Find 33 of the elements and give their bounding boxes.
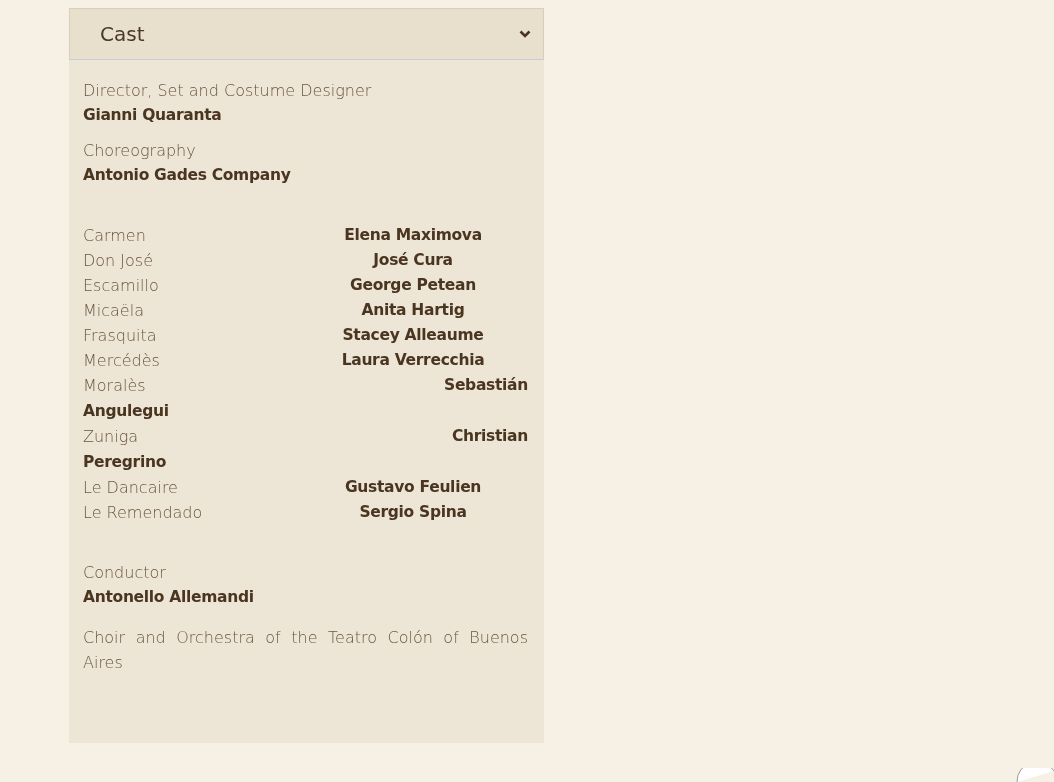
round-button[interactable] xyxy=(1016,768,1054,782)
ensemble-note: Choir and Orchestra of the Teatro Colón of Buenos Aires xyxy=(83,627,528,674)
cast-actor: Elena Maximova xyxy=(343,225,483,246)
credit-name: Antonello Allemandi xyxy=(83,587,255,608)
cast-role: Micaëla xyxy=(83,300,145,322)
cast-role: Mercédès xyxy=(83,350,161,372)
credit-role: Conductor xyxy=(83,562,167,584)
cast-actor-continued: Peregrino xyxy=(83,452,167,473)
chevron-down-icon xyxy=(519,30,531,38)
cast-actor: Sebastián xyxy=(444,375,528,396)
cast-role: Le Dancaire xyxy=(83,477,179,499)
cast-actor: Gustavo Feulien xyxy=(343,477,483,498)
credit-role: Director, Set and Costume Designer xyxy=(83,80,373,102)
credit-name: Antonio Gades Company xyxy=(83,165,292,186)
cast-role: Moralès xyxy=(83,375,146,397)
credit-role: Choreography xyxy=(83,140,197,162)
cast-role: Zuniga xyxy=(83,426,139,448)
accordion-title: Cast xyxy=(100,22,145,46)
cast-role: Le Remendado xyxy=(83,502,204,524)
cast-actor: Anita Hartig xyxy=(360,300,466,321)
cast-actor: José Cura xyxy=(371,250,454,271)
cast-actor: Christian xyxy=(451,426,528,447)
cast-role: Carmen xyxy=(83,225,147,247)
credit-name: Gianni Quaranta xyxy=(83,105,223,126)
cast-actor: Sergio Spina xyxy=(358,502,468,523)
cast-role: Don José xyxy=(83,250,155,272)
cast-actor: George Petean xyxy=(349,275,477,296)
cast-actor: Laura Verrecchia xyxy=(340,350,486,371)
cast-role: Escamillo xyxy=(83,275,160,297)
cast-actor-continued: Angulegui xyxy=(83,401,169,422)
accordion-header[interactable]: Cast xyxy=(69,8,544,60)
cast-role: Frasquita xyxy=(83,325,158,347)
cast-actor: Stacey Alleaume xyxy=(341,325,485,346)
